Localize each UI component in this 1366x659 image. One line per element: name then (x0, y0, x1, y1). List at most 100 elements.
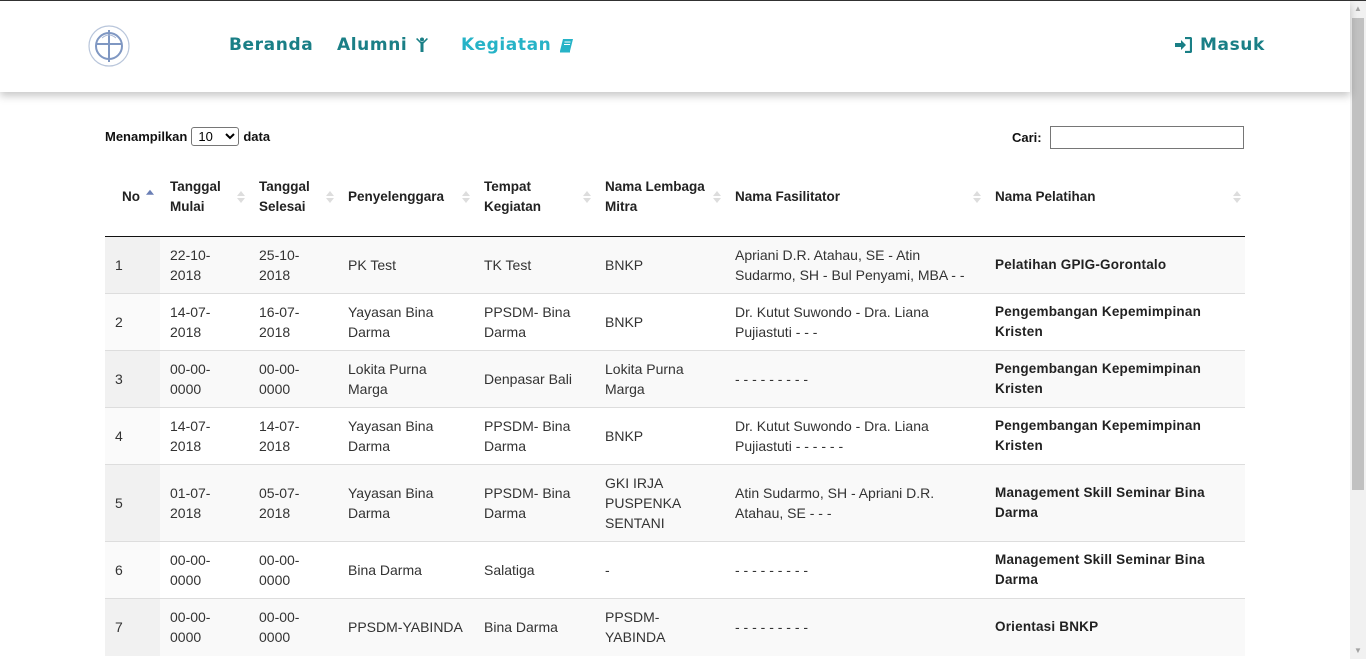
cell-tanggal-selesai: 00-00-0000 (249, 598, 338, 656)
cell-nama-pelatihan: Management Skill Seminar Bina Darma (985, 464, 1245, 542)
table-row[interactable]: 6 00-00-0000 00-00-0000 Bina Darma Salatiga -… (105, 541, 1245, 599)
sort-icon (973, 191, 981, 203)
sort-icon (237, 191, 245, 203)
page-length-control: Menampilkan 10 25 50 100 data (105, 127, 270, 146)
cell-lembaga-mitra: Lokita Purna Marga (595, 350, 725, 408)
column-header-nama-lembaga-mitra[interactable]: Nama Lembaga Mitra (595, 158, 725, 237)
column-header-label: Nama Pelatihan (995, 189, 1096, 204)
table-row[interactable]: 2 14-07-2018 16-07-2018 Yayasan Bina Darma P… (105, 293, 1245, 351)
login-label: Masuk (1200, 35, 1265, 55)
search-input[interactable] (1049, 126, 1244, 149)
scrollbar-thumb[interactable] (1352, 18, 1364, 490)
kegiatan-table: No Tanggal Mulai Tanggal Selesai Penyele… (105, 158, 1245, 656)
table-row[interactable]: 5 01-07-2018 05-07-2018 Yayasan Bina Darma P… (105, 464, 1245, 542)
login-button[interactable]: Masuk (1174, 35, 1265, 55)
cell-penyelenggara: Yayasan Bina Darma (338, 293, 474, 351)
cell-tanggal-selesai: 16-07-2018 (249, 293, 338, 351)
cell-nama-pelatihan: Pengembangan Kepemimpinan Kristen (985, 293, 1245, 351)
table-body: 1 22-10-2018 25-10-2018 PK Test TK Test BNKP A… (105, 236, 1245, 656)
search-label: Cari: (1012, 130, 1042, 145)
logo-emblem-icon (88, 25, 130, 67)
column-header-tempat-kegiatan[interactable]: Tempat Kegiatan (474, 158, 595, 237)
scroll-down-arrow-icon[interactable]: ▼ (1350, 643, 1366, 659)
sort-icon (462, 191, 470, 203)
cell-tanggal-mulai: 22-10-2018 (160, 236, 249, 294)
cell-penyelenggara: Yayasan Bina Darma (338, 464, 474, 542)
column-header-tanggal-mulai[interactable]: Tanggal Mulai (160, 158, 249, 237)
column-header-label: No (122, 189, 140, 204)
cell-tanggal-mulai: 14-07-2018 (160, 293, 249, 351)
column-header-nama-pelatihan[interactable]: Nama Pelatihan (985, 158, 1245, 237)
cell-fasilitator: Dr. Kutut Suwondo - Dra. Liana Pujiastut… (725, 407, 985, 465)
book-icon (560, 38, 574, 52)
cell-tempat-kegiatan: Bina Darma (474, 598, 595, 656)
cell-nama-pelatihan: Management Skill Seminar Bina Darma (985, 541, 1245, 599)
cell-penyelenggara: Yayasan Bina Darma (338, 407, 474, 465)
person-arms-up-icon (416, 37, 429, 52)
cell-tempat-kegiatan: PPSDM- Bina Darma (474, 464, 595, 542)
nav-link-label: Alumni (337, 35, 408, 55)
column-header-label: Penyelenggara (348, 189, 445, 204)
cell-penyelenggara: Lokita Purna Marga (338, 350, 474, 408)
sort-icon (583, 191, 591, 203)
nav-link-alumni[interactable]: Alumni (337, 35, 429, 55)
cell-penyelenggara: PPSDM-YABINDA (338, 598, 474, 656)
cell-nama-pelatihan: Orientasi BNKP (985, 598, 1245, 656)
table-header-row: No Tanggal Mulai Tanggal Selesai Penyele… (105, 158, 1245, 237)
cell-no: 2 (105, 293, 160, 351)
column-header-label: Tanggal Selesai (259, 179, 310, 214)
column-header-nama-fasilitator[interactable]: Nama Fasilitator (725, 158, 985, 237)
table-row[interactable]: 3 00-00-0000 00-00-0000 Lokita Purna Marga D… (105, 350, 1245, 408)
column-header-tanggal-selesai[interactable]: Tanggal Selesai (249, 158, 338, 237)
cell-fasilitator: Apriani D.R. Atahau, SE - Atin Sudarmo, … (725, 236, 985, 294)
cell-no: 6 (105, 541, 160, 599)
cell-tempat-kegiatan: Denpasar Bali (474, 350, 595, 408)
cell-tanggal-mulai: 01-07-2018 (160, 464, 249, 542)
table-search: Cari: (1012, 126, 1244, 149)
page-scrollbar[interactable]: ▲ ▼ (1350, 1, 1366, 659)
navbar: Beranda Alumni Kegiatan Masuk (0, 1, 1350, 92)
cell-tanggal-selesai: 05-07-2018 (249, 464, 338, 542)
cell-no: 1 (105, 236, 160, 294)
nav-link-label: Beranda (229, 35, 314, 55)
sign-in-icon (1175, 37, 1192, 53)
cell-nama-pelatihan: Pengembangan Kepemimpinan Kristen (985, 407, 1245, 465)
site-logo[interactable] (86, 24, 132, 68)
cell-tanggal-selesai: 14-07-2018 (249, 407, 338, 465)
column-header-label: Tanggal Mulai (170, 179, 221, 214)
cell-tempat-kegiatan: TK Test (474, 236, 595, 294)
table-row[interactable]: 1 22-10-2018 25-10-2018 PK Test TK Test BNKP A… (105, 236, 1245, 294)
cell-penyelenggara: PK Test (338, 236, 474, 294)
table-row[interactable]: 4 14-07-2018 14-07-2018 Yayasan Bina Darma P… (105, 407, 1245, 465)
cell-tanggal-mulai: 14-07-2018 (160, 407, 249, 465)
cell-tanggal-mulai: 00-00-0000 (160, 350, 249, 408)
scroll-up-arrow-icon[interactable]: ▲ (1350, 1, 1366, 17)
cell-lembaga-mitra: BNKP (595, 236, 725, 294)
cell-lembaga-mitra: - (595, 541, 725, 599)
cell-fasilitator: Atin Sudarmo, SH - Apriani D.R. Atahau, … (725, 464, 985, 542)
cell-lembaga-mitra: GKI IRJA PUSPENKA SENTANI (595, 464, 725, 542)
sort-icon (713, 191, 721, 203)
column-header-no[interactable]: No (105, 158, 160, 237)
cell-tanggal-mulai: 00-00-0000 (160, 541, 249, 599)
cell-lembaga-mitra: BNKP (595, 407, 725, 465)
nav-link-kegiatan[interactable]: Kegiatan (461, 35, 574, 55)
cell-lembaga-mitra: BNKP (595, 293, 725, 351)
table-row[interactable]: 7 00-00-0000 00-00-0000 PPSDM-YABINDA Bina D… (105, 598, 1245, 656)
cell-fasilitator: Dr. Kutut Suwondo - Dra. Liana Pujiastut… (725, 293, 985, 351)
cell-fasilitator: - - - - - - - - - (725, 598, 985, 656)
sort-icon (1233, 191, 1241, 203)
cell-penyelenggara: Bina Darma (338, 541, 474, 599)
column-header-penyelenggara[interactable]: Penyelenggara (338, 158, 474, 237)
cell-tanggal-selesai: 00-00-0000 (249, 541, 338, 599)
cell-fasilitator: - - - - - - - - - (725, 541, 985, 599)
cell-no: 4 (105, 407, 160, 465)
sort-icon (326, 191, 334, 203)
nav-link-beranda[interactable]: Beranda (229, 35, 313, 55)
cell-tanggal-selesai: 00-00-0000 (249, 350, 338, 408)
cell-nama-pelatihan: Pelatihan GPIG-Gorontalo (985, 236, 1245, 294)
page-length-suffix: data (243, 129, 271, 144)
cell-lembaga-mitra: PPSDM-YABINDA (595, 598, 725, 656)
cell-tempat-kegiatan: Salatiga (474, 541, 595, 599)
page-length-select[interactable]: 10 25 50 100 (191, 127, 240, 146)
